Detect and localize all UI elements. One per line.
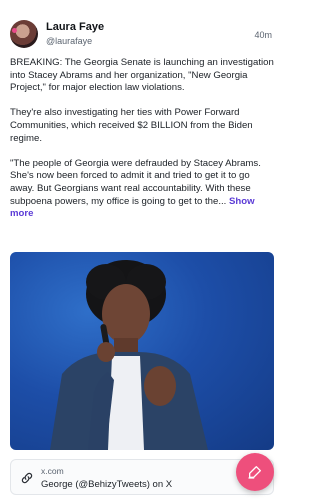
post-card: Laura Faye @laurafaye 40m BREAKING: The … <box>0 0 284 500</box>
post-paragraph: They're also investigating her ties with… <box>10 107 253 144</box>
post-header: Laura Faye @laurafaye 40m <box>10 20 274 50</box>
author-handle[interactable]: @laurafaye <box>46 36 92 46</box>
link-icon <box>21 472 33 484</box>
post-paragraph: BREAKING: The Georgia Senate is launchin… <box>10 57 274 94</box>
author-name[interactable]: Laura Faye <box>46 21 104 33</box>
post-paragraph: "The people of Georgia were defrauded by… <box>10 158 276 221</box>
link-preview-card[interactable]: x.com George (@BehizyTweets) on X <box>10 459 274 495</box>
post-timestamp: 40m <box>254 30 272 40</box>
post-paragraph-text: "The people of Georgia were defrauded by… <box>10 157 261 207</box>
link-domain: x.com <box>41 466 64 476</box>
avatar[interactable] <box>10 20 38 48</box>
post-body: BREAKING: The Georgia Senate is launchin… <box>10 57 276 233</box>
post-image[interactable] <box>10 252 274 450</box>
compose-icon <box>248 466 261 479</box>
compose-button[interactable] <box>236 453 274 491</box>
link-title: George (@BehizyTweets) on X <box>41 479 173 490</box>
speaker-photo <box>50 260 208 450</box>
